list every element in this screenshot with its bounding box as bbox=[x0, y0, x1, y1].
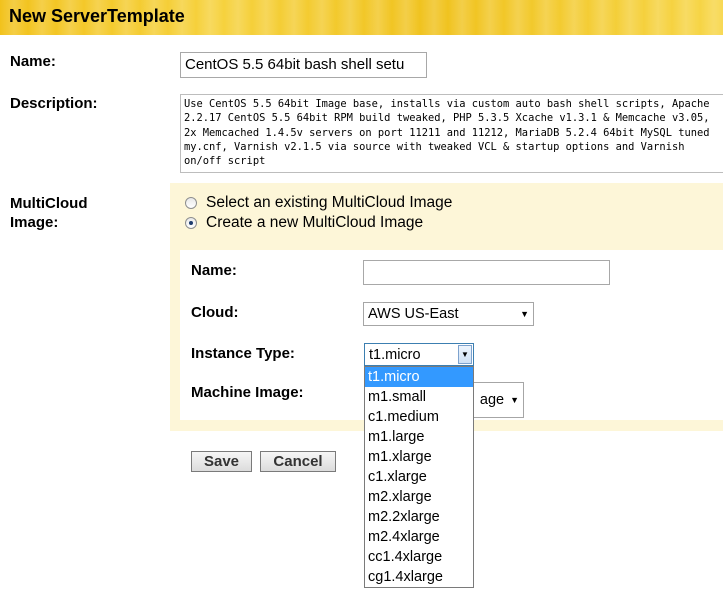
chevron-down-icon: ▼ bbox=[510, 395, 519, 405]
page-title: New ServerTemplate bbox=[9, 6, 185, 26]
instance-type-listbox[interactable]: t1.micro m1.small c1.medium m1.large m1.xlar… bbox=[364, 366, 474, 588]
template-name-input[interactable]: CentOS 5.5 64bit bash shell setu bbox=[180, 52, 427, 78]
cloud-select-value: AWS US-East bbox=[368, 306, 459, 322]
machine-image-label: Machine Image: bbox=[191, 384, 304, 401]
instance-type-label: Instance Type: bbox=[191, 345, 295, 362]
dropdown-arrow-icon[interactable]: ▼ bbox=[458, 345, 472, 364]
cloud-select[interactable]: AWS US-East ▼ bbox=[363, 302, 534, 326]
instance-type-option[interactable]: m2.xlarge bbox=[365, 487, 473, 507]
cloud-label: Cloud: bbox=[191, 304, 239, 321]
instance-type-option[interactable]: m1.small bbox=[365, 387, 473, 407]
instance-type-option[interactable]: cg1.4xlarge bbox=[365, 567, 473, 587]
description-label: Description: bbox=[10, 95, 98, 112]
instance-type-value: t1.micro bbox=[369, 346, 421, 363]
instance-type-option[interactable]: m2.4xlarge bbox=[365, 527, 473, 547]
save-button[interactable]: Save bbox=[191, 451, 252, 472]
cancel-button[interactable]: Cancel bbox=[260, 451, 336, 472]
instance-type-option[interactable]: m2.2xlarge bbox=[365, 507, 473, 527]
instance-type-option[interactable]: c1.xlarge bbox=[365, 467, 473, 487]
instance-type-option[interactable]: t1.micro bbox=[365, 367, 473, 387]
machine-image-value: age bbox=[479, 392, 505, 408]
multicloud-label: MultiCloud Image: bbox=[10, 194, 87, 232]
instance-type-option[interactable]: m1.xlarge bbox=[365, 447, 473, 467]
instance-type-select[interactable]: t1.micro ▼ bbox=[364, 343, 474, 366]
radio-new-image[interactable]: Create a new MultiCloud Image bbox=[185, 214, 423, 232]
image-name-input[interactable] bbox=[363, 260, 610, 285]
chevron-down-icon: ▼ bbox=[520, 309, 529, 319]
radio-existing-image[interactable]: Select an existing MultiCloud Image bbox=[185, 194, 452, 212]
multicloud-label-line1: MultiCloud bbox=[10, 195, 88, 212]
image-name-label: Name: bbox=[191, 262, 237, 279]
name-label: Name: bbox=[10, 53, 56, 70]
instance-type-option[interactable]: cc1.4xlarge bbox=[365, 547, 473, 567]
instance-type-option[interactable]: m1.large bbox=[365, 427, 473, 447]
instance-type-option[interactable]: c1.medium bbox=[365, 407, 473, 427]
header-bar: New ServerTemplate bbox=[0, 0, 723, 35]
multicloud-label-line2: Image: bbox=[10, 214, 59, 231]
description-textarea[interactable]: Use CentOS 5.5 64bit Image base, install… bbox=[180, 94, 723, 173]
radio-new-button[interactable] bbox=[185, 217, 197, 229]
radio-new-label: Create a new MultiCloud Image bbox=[206, 214, 424, 231]
radio-existing-label: Select an existing MultiCloud Image bbox=[206, 194, 453, 211]
radio-existing-button[interactable] bbox=[185, 197, 197, 209]
